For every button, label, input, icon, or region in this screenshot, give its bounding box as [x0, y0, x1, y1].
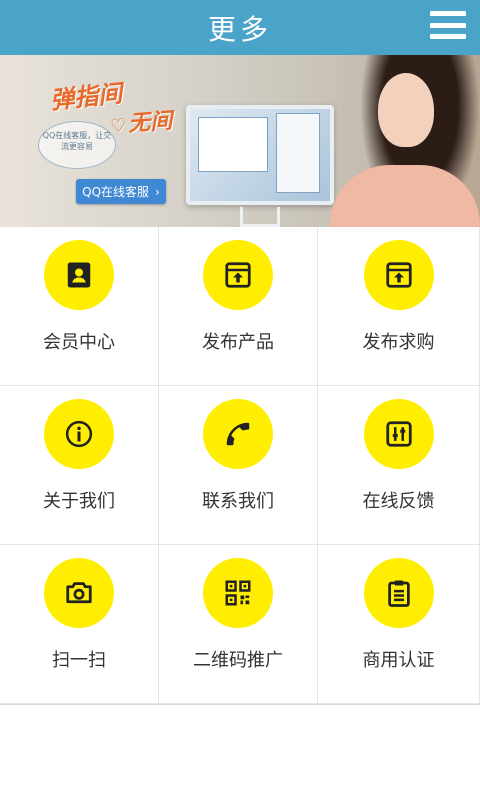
page-title: 更多	[207, 12, 272, 46]
clipboard-icon	[363, 558, 434, 628]
publish-product-icon	[203, 240, 273, 310]
grid-item-label: 关于我们	[43, 491, 115, 512]
grid-item-publish-product[interactable]: 发布产品	[159, 227, 318, 386]
grid-item-label: 发布产品	[202, 332, 274, 353]
woman-face-image	[378, 73, 434, 147]
grid-item-label: 会员中心	[43, 332, 115, 353]
info-icon	[44, 399, 114, 469]
computer-monitor-image	[186, 105, 334, 205]
speech-bubble: QQ在线客服，让交流更容易	[38, 121, 116, 169]
member-icon	[44, 240, 114, 310]
grid-item-label: 商用认证	[362, 650, 435, 671]
banner-subtitle: ♡无间	[109, 107, 174, 138]
qq-service-button[interactable]: QQ在线客服 ›	[76, 179, 166, 204]
monitor-stand-image	[240, 207, 280, 227]
grid-item-label: 发布求购	[362, 332, 435, 353]
header-bar: 更多	[0, 0, 480, 55]
grid-item-online-feedback[interactable]: 在线反馈	[318, 386, 480, 545]
grid-item-business-certification[interactable]: 商用认证	[318, 545, 480, 704]
publish-purchase-icon	[363, 240, 434, 310]
qr-code-icon	[203, 558, 273, 628]
phone-icon	[203, 399, 273, 469]
grid-item-qr-promotion[interactable]: 二维码推广	[159, 545, 318, 704]
qq-service-label: QQ在线客服	[82, 185, 150, 199]
grid-item-label: 在线反馈	[362, 491, 435, 512]
grid-item-publish-purchase[interactable]: 发布求购	[318, 227, 480, 386]
grid-item-label: 二维码推广	[193, 650, 283, 671]
promo-banner[interactable]: 弹指间 ♡无间 QQ在线客服，让交流更容易 QQ在线客服 ›	[0, 55, 480, 227]
grid-item-label: 联系我们	[202, 491, 274, 512]
camera-icon	[44, 558, 114, 628]
grid-item-contact-us[interactable]: 联系我们	[159, 386, 318, 545]
grid-item-about-us[interactable]: 关于我们	[0, 386, 159, 545]
menu-icon[interactable]	[430, 8, 466, 42]
feature-grid: 会员中心 发布产品 发布求购 关于我们 联系我们 在线反馈 扫一扫 二维码推广 …	[0, 227, 480, 705]
grid-item-label: 扫一扫	[52, 650, 106, 671]
feedback-icon	[363, 399, 434, 469]
grid-item-scan[interactable]: 扫一扫	[0, 545, 159, 704]
chevron-right-icon: ›	[155, 184, 160, 199]
grid-item-member-center[interactable]: 会员中心	[0, 227, 159, 386]
